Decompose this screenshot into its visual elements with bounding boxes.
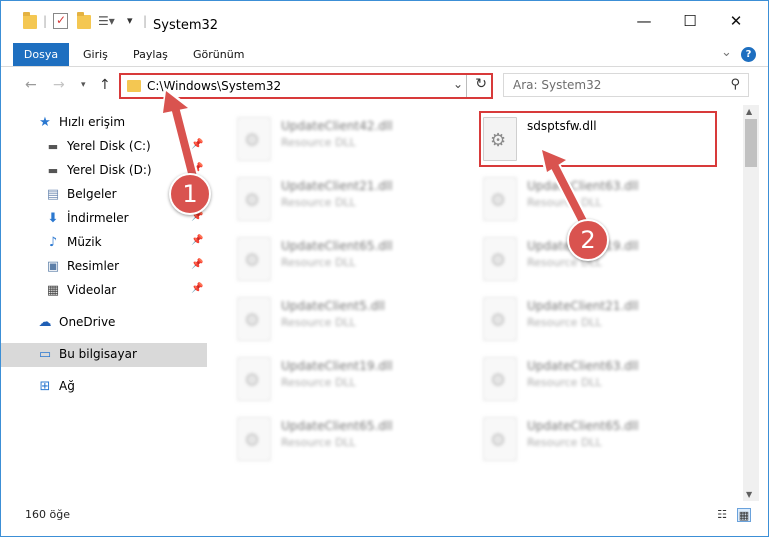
quick-access-dropdown-icon[interactable]: ▾ (127, 14, 133, 27)
refresh-icon[interactable]: ↻ (475, 76, 487, 92)
search-icon: ⚲ (730, 77, 740, 92)
address-dropdown-icon[interactable]: ⌄ (453, 77, 463, 91)
nav-item-music[interactable]: ♪ Müzik 📌 (1, 231, 207, 255)
file-item[interactable]: UpdateClient21.dll Resource DLL (457, 291, 697, 347)
dll-file-icon (483, 237, 517, 281)
pin-icon: 📌 (191, 235, 204, 246)
file-item[interactable]: UpdateClient65.dll Resource DLL (457, 411, 697, 467)
separator: | (43, 14, 48, 28)
properties-icon[interactable]: ✓ (53, 13, 68, 29)
nav-item-downloads[interactable]: ⬇ İndirmeler 📌 (1, 207, 207, 231)
window-title: System32 (153, 18, 219, 33)
dll-file-icon (483, 417, 517, 461)
step-2-badge: 2 (567, 219, 609, 261)
dll-file-icon (237, 357, 271, 401)
nav-item-videos[interactable]: ▦ Videolar 📌 (1, 279, 207, 303)
dll-file-icon (483, 357, 517, 401)
folder-icon (127, 80, 141, 92)
dll-file-icon (237, 117, 271, 161)
videos-icon: ▦ (46, 283, 60, 298)
separator: | (143, 14, 148, 28)
tab-giris[interactable]: Giriş (71, 43, 120, 66)
computer-icon: ▭ (38, 347, 52, 362)
file-list: UpdateClient42.dll Resource DLL UpdateCl… (211, 105, 743, 501)
star-icon: ★ (39, 115, 51, 130)
item-count: 160 öğe (25, 508, 70, 521)
file-item[interactable]: UpdateClient21.dll Resource DLL (211, 171, 451, 227)
dll-file-icon (237, 417, 271, 461)
nav-item-this-pc[interactable]: ▭ Bu bilgisayar (1, 343, 207, 367)
disk-icon: ▬ (47, 140, 59, 153)
ribbon: Dosya Giriş Paylaş Görünüm ⌄ ? (1, 43, 768, 67)
disk-icon: ▬ (47, 164, 59, 177)
status-bar: 160 öğe ☷ ▦ (1, 501, 768, 536)
documents-icon: ▤ (46, 187, 60, 202)
file-item[interactable]: UpdateClient63.dll Resource DLL (457, 351, 697, 407)
file-item[interactable]: UpdateClient19.dll Resource DLL (211, 351, 451, 407)
file-item[interactable]: UpdateClient42.dll Resource DLL (211, 111, 451, 167)
dll-file-icon (483, 297, 517, 341)
back-icon[interactable]: ← (25, 77, 37, 93)
nav-item-onedrive[interactable]: ☁ OneDrive (1, 311, 207, 335)
pictures-icon: ▣ (46, 259, 60, 274)
file-item[interactable]: UpdateClient65.dll Resource DLL (211, 231, 451, 287)
dll-file-icon (237, 177, 271, 221)
scroll-down-icon[interactable]: ▼ (746, 490, 752, 499)
tab-paylas[interactable]: Paylaş (121, 43, 180, 66)
close-button[interactable]: ✕ (713, 1, 759, 41)
up-icon[interactable]: ↑ (99, 77, 111, 93)
folder-icon (23, 12, 37, 29)
dll-file-icon (237, 237, 271, 281)
scroll-thumb[interactable] (745, 119, 757, 167)
file-item[interactable]: UpdateClient5.dll Resource DLL (211, 291, 451, 347)
title-bar: | ✓ ☰▾ ▾ | System32 — ☐ ✕ (1, 1, 768, 43)
search-input[interactable]: Ara: System32 ⚲ (503, 73, 749, 97)
large-icons-view-icon[interactable]: ▦ (737, 508, 751, 522)
cloud-icon: ☁ (38, 315, 52, 330)
tab-gorunum[interactable]: Görünüm (181, 43, 256, 66)
details-view-icon[interactable]: ☷ (715, 508, 729, 522)
step-1-badge: 1 (169, 173, 211, 215)
download-icon: ⬇ (47, 211, 59, 226)
pin-icon: 📌 (191, 283, 204, 294)
maximize-button[interactable]: ☐ (667, 1, 713, 41)
file-item[interactable]: UpdateClient65.dll Resource DLL (211, 411, 451, 467)
separator (466, 75, 467, 97)
ribbon-collapse-icon[interactable]: ⌄ (721, 45, 732, 60)
nav-item-network[interactable]: ⊞ Ağ (1, 375, 207, 399)
forward-icon[interactable]: → (53, 77, 65, 93)
vertical-scrollbar[interactable]: ▲ ▼ (743, 105, 759, 501)
help-icon[interactable]: ? (741, 47, 756, 62)
music-icon: ♪ (48, 235, 58, 250)
customize-toolbar-icon[interactable]: ☰▾ (98, 14, 115, 28)
dll-file-icon (237, 297, 271, 341)
new-folder-icon[interactable] (77, 12, 91, 29)
dll-file-icon (483, 177, 517, 221)
scroll-up-icon[interactable]: ▲ (746, 107, 752, 116)
tab-dosya[interactable]: Dosya (13, 43, 69, 66)
navigation-bar: ← → ▾ ↑ C:\Windows\System32 ⌄ ↻ Ara: Sys… (1, 67, 768, 105)
pin-icon: 📌 (191, 259, 204, 270)
network-icon: ⊞ (39, 379, 51, 394)
recent-locations-icon[interactable]: ▾ (81, 80, 86, 90)
search-placeholder: Ara: System32 (513, 78, 602, 92)
nav-item-pictures[interactable]: ▣ Resimler 📌 (1, 255, 207, 279)
minimize-button[interactable]: — (621, 1, 667, 41)
explorer-window: | ✓ ☰▾ ▾ | System32 — ☐ ✕ Dosya Giriş Pa… (0, 0, 769, 537)
